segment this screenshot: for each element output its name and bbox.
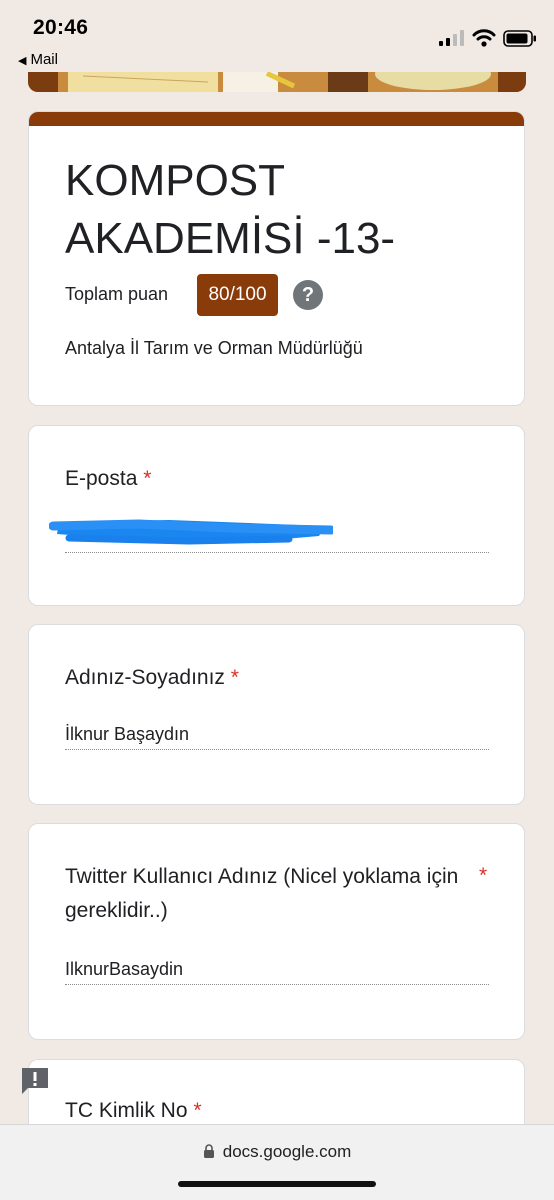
required-asterisk: *: [143, 467, 152, 490]
wifi-icon: [472, 29, 496, 47]
question-twitter-card: Twitter Kullanıcı Adınız (Nicel yoklama …: [28, 823, 525, 1040]
triangle-left-icon: ◀: [18, 55, 27, 67]
question-label: E-posta *: [65, 462, 151, 496]
required-asterisk: *: [230, 666, 239, 689]
form-header-card: KOMPOST AKADEMİSİ -13- Toplam puan 80/10…: [28, 111, 525, 406]
email-field[interactable]: [65, 524, 489, 553]
form-description: Antalya İl Tarım ve Orman Müdürlüğü: [65, 338, 363, 358]
score-badge: 80/100: [197, 274, 278, 316]
status-bar: 20:46 ◀ Mail: [0, 0, 554, 72]
question-mark-icon[interactable]: ?: [293, 280, 323, 310]
theme-accent-bar: [29, 112, 524, 126]
battery-icon: [503, 30, 536, 47]
cellular-signal-icon: [439, 30, 464, 46]
url-display[interactable]: docs.google.com: [0, 1142, 554, 1162]
required-asterisk: *: [193, 1099, 202, 1122]
home-indicator[interactable]: [178, 1181, 376, 1187]
browser-address-bar[interactable]: docs.google.com: [0, 1124, 554, 1200]
twitter-username-field[interactable]: IlknurBasaydin: [65, 956, 489, 985]
question-email-card: E-posta *: [28, 425, 525, 606]
question-title: E-posta: [65, 467, 138, 490]
question-label: Adınız-Soyadınız *: [65, 661, 239, 695]
lock-icon: [203, 1144, 214, 1158]
question-name-card: Adınız-Soyadınız * İlknur Başaydın: [28, 624, 525, 805]
question-label: TC Kimlik No *: [65, 1094, 202, 1128]
required-asterisk: *: [479, 864, 488, 887]
back-to-mail-link[interactable]: ◀ Mail: [18, 51, 58, 68]
form-title: KOMPOST AKADEMİSİ -13-: [65, 156, 396, 263]
header-image: [28, 72, 526, 92]
question-title: TC Kimlik No: [65, 1099, 188, 1122]
total-score-label: Toplam puan: [65, 284, 169, 304]
url-text: docs.google.com: [222, 1142, 352, 1161]
clock: 20:46: [33, 16, 89, 39]
question-title: Adınız-Soyadınız: [65, 666, 225, 689]
back-label: Mail: [30, 51, 58, 68]
question-label: Twitter Kullanıcı Adınız (Nicel yoklama …: [65, 860, 465, 928]
name-field[interactable]: İlknur Başaydın: [65, 721, 489, 750]
report-feedback-icon[interactable]: [20, 1066, 50, 1096]
question-title: Twitter Kullanıcı Adınız (Nicel yoklama …: [65, 865, 459, 922]
